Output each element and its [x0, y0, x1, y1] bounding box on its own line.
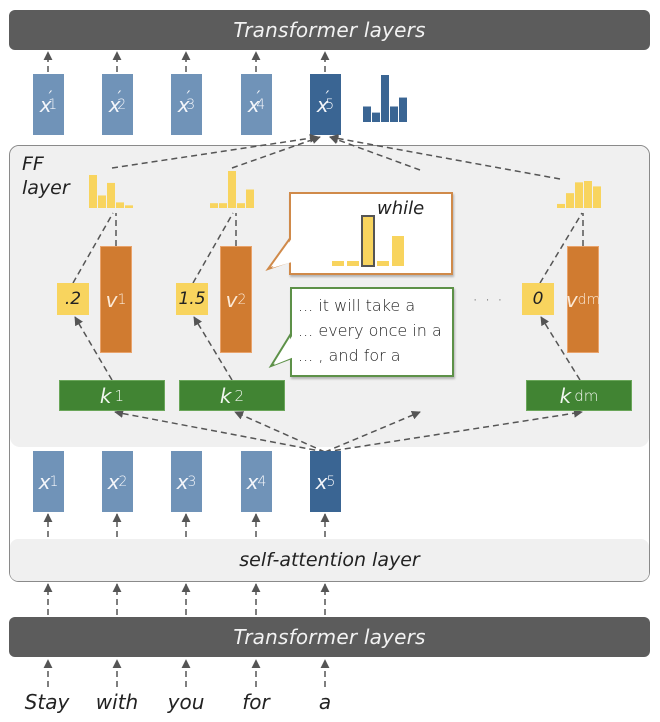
dist2-to-x5 — [231, 135, 321, 169]
token-1: Stay — [24, 690, 70, 714]
coefficient-2: 1.5 — [176, 283, 208, 315]
key-symbol: k — [559, 383, 572, 408]
callout-dist-bar-2 — [347, 261, 359, 266]
value-subscript: 1 — [117, 291, 127, 308]
output-dist-bar-4 — [390, 106, 398, 122]
input-x4: x4 — [241, 451, 272, 512]
value-subscript: 2 — [237, 291, 247, 308]
dist-v1-bar-1 — [89, 175, 97, 208]
x5-to-k2 — [234, 411, 326, 453]
hidden-to-x5 — [329, 135, 421, 171]
dist-v2-bar-2 — [219, 203, 227, 208]
value-vdm: v dm — [565, 246, 601, 353]
value-callout-distribution — [332, 215, 404, 267]
input-x3: x3 — [171, 451, 202, 512]
value-symbol: v — [565, 287, 578, 312]
distdm-to-x5 — [329, 134, 561, 180]
key-callout-line-1: ... it will take a — [298, 296, 416, 315]
input-subscript: 4 — [257, 473, 267, 490]
key-subscript: 2 — [234, 386, 245, 405]
dist-v1-bar-5 — [125, 205, 133, 208]
token-2: with — [95, 690, 139, 714]
dist-v2-bar-5 — [246, 189, 254, 208]
output-dist-bar-3 — [381, 75, 389, 122]
output-dist-bar-2 — [372, 112, 380, 122]
callout-dist-bar-4 — [377, 261, 389, 266]
key-subscript: 1 — [114, 386, 125, 405]
dist-v1-bar-4 — [116, 202, 124, 208]
x5-to-k1 — [114, 409, 326, 453]
input-subscript: 1 — [49, 473, 59, 490]
x5-to-kdm — [324, 408, 583, 453]
token-5: a — [318, 690, 332, 714]
key-k2: k2 — [179, 380, 285, 411]
callout-dist-bar-5 — [392, 236, 404, 266]
self-attention-layer: self-attention layer — [10, 539, 649, 581]
callout-dist-bar-1 — [332, 261, 344, 266]
ellipsis: ··· — [472, 288, 510, 312]
dist-vdm-bar-5 — [593, 186, 601, 208]
dist-vdm-bar-1 — [557, 203, 565, 208]
key-kdm: k dm — [526, 380, 632, 411]
transformer-layers-bottom-label: Transformer layers — [233, 625, 426, 649]
input-x1: x1 — [33, 451, 64, 512]
key-callout-line-2: ... every once in a — [298, 321, 442, 340]
coefficient-value: 1.5 — [178, 289, 206, 309]
output-dist-bar-1 — [363, 106, 371, 122]
input-subscript: 2 — [118, 473, 128, 490]
token-4: for — [242, 690, 270, 714]
input-subscript: 5 — [326, 473, 336, 490]
dist-v2-bar-3 — [228, 171, 236, 208]
value-symbol: v — [105, 287, 118, 312]
input-x5: x5 — [310, 451, 341, 512]
value-v1: v1 — [100, 246, 132, 353]
key-callout-line-3: ... , and for a — [298, 346, 401, 365]
value-subscript: dm — [577, 291, 601, 308]
self-attention-label: self-attention layer — [239, 549, 420, 571]
token-3: you — [167, 690, 205, 714]
key-callout-tail-fill — [274, 333, 294, 365]
value-callout-tail-fill — [272, 238, 292, 268]
coefficient-1: .2 — [57, 283, 89, 315]
key-k1: k1 — [59, 380, 165, 411]
dist-vdm-bar-3 — [575, 182, 583, 208]
coefficient-value: .2 — [64, 289, 82, 309]
output-dist-bar-5 — [399, 97, 407, 122]
coefficient-value: 0 — [532, 289, 544, 309]
dist-v1-bar-2 — [98, 195, 106, 208]
dist-vdm-bar-4 — [584, 181, 592, 208]
input-x2: x2 — [102, 451, 133, 512]
key-callout: ... it will take a ... every once in a .… — [290, 287, 454, 377]
dist1-to-x5 — [111, 133, 319, 169]
dist-v2-bar-1 — [210, 203, 218, 208]
key-symbol: k — [99, 383, 112, 408]
transformer-layers-bottom: Transformer layers — [9, 617, 650, 657]
key-symbol: k — [219, 383, 232, 408]
input-subscript: 3 — [187, 473, 197, 490]
coefficient-dm: 0 — [522, 283, 554, 315]
key-subscript: dm — [574, 386, 599, 405]
dist-v1-bar-3 — [107, 182, 115, 208]
callout-dist-bar-3 — [361, 215, 375, 267]
value-v2: v2 — [220, 246, 252, 353]
x5-to-hidden — [324, 410, 421, 453]
value-symbol: v — [225, 287, 238, 312]
dist-v2-bar-4 — [237, 203, 245, 208]
dist-vdm-bar-2 — [566, 193, 574, 208]
